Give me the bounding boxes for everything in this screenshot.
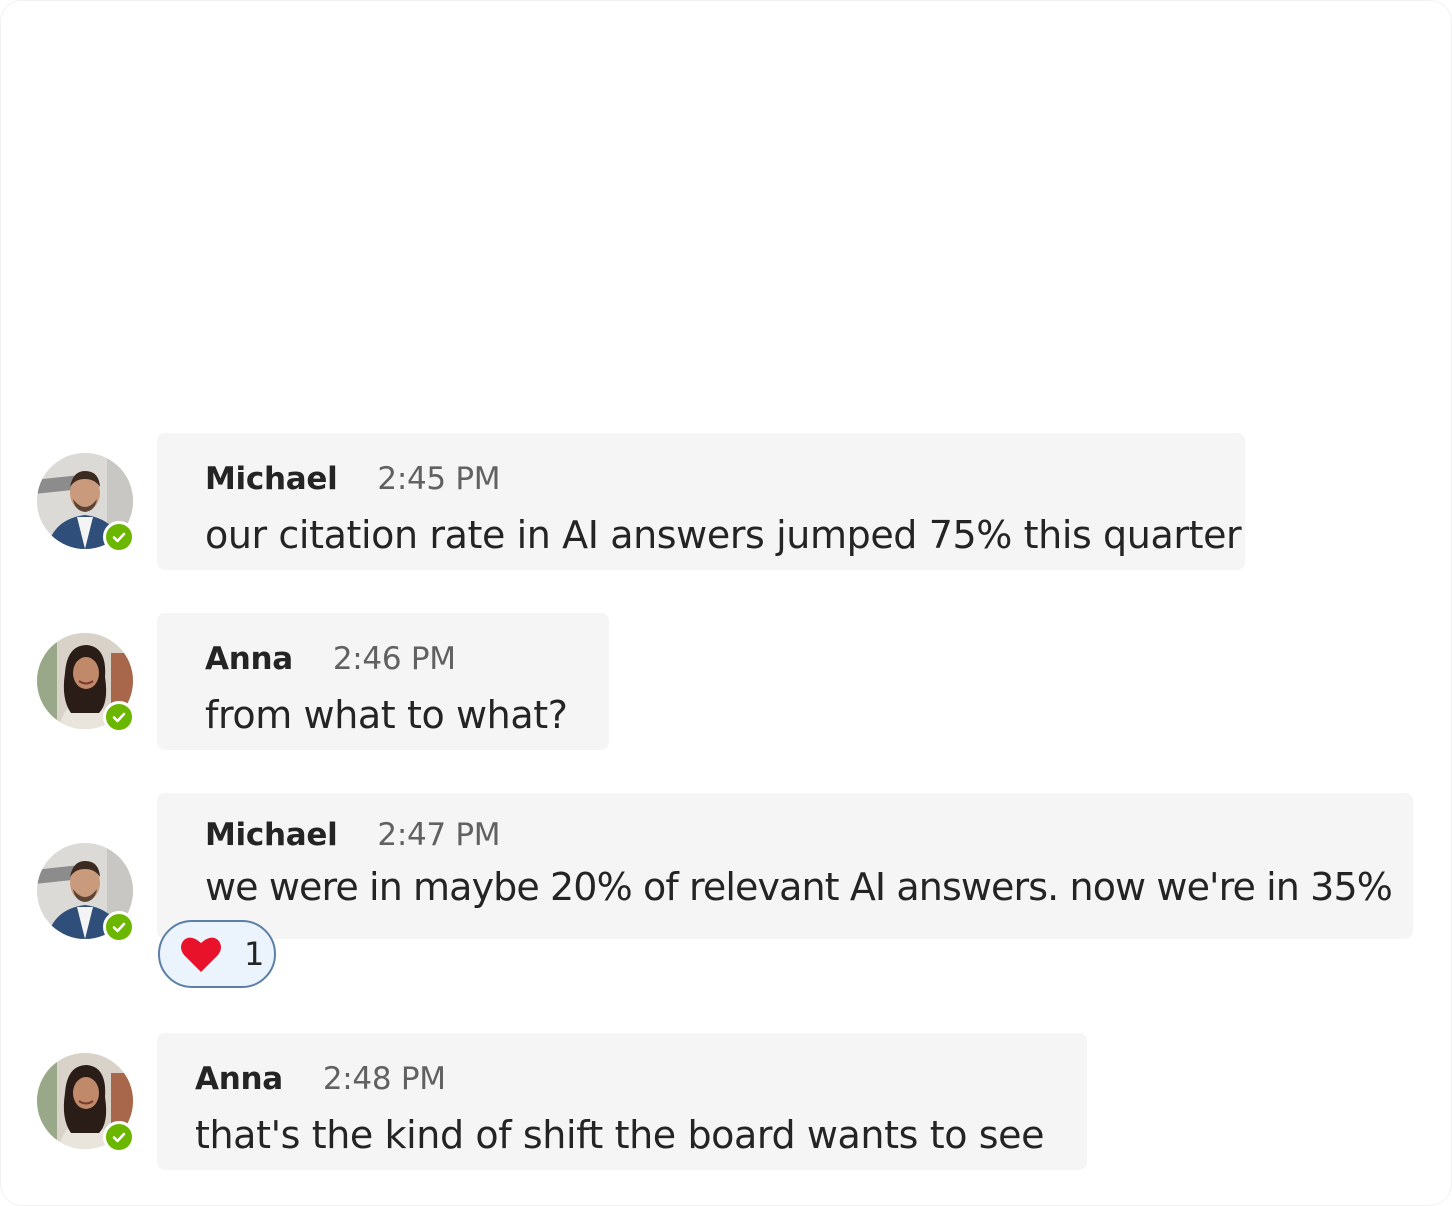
presence-available-icon [103,911,135,943]
reaction-count: 1 [244,935,265,973]
author-name[interactable]: Michael [205,817,338,853]
heart-reaction-button[interactable]: 1 [158,920,276,988]
message-text: from what to what? [205,693,568,737]
message-header: Michael 2:45 PM [205,461,501,501]
message-bubble[interactable]: Michael 2:47 PM we were in maybe 20% of … [157,793,1413,939]
presence-available-icon [103,521,135,553]
message-header: Anna 2:48 PM [195,1061,446,1101]
chat-window: Michael 2:45 PM our citation rate in AI … [0,0,1452,1206]
message-timestamp: 2:47 PM [377,817,501,853]
message-timestamp: 2:45 PM [377,461,501,497]
heart-icon [181,937,221,972]
message-header: Anna 2:46 PM [205,641,456,681]
author-name[interactable]: Michael [205,461,338,497]
message-text: our citation rate in AI answers jumped 7… [205,513,1242,557]
message-header: Michael 2:47 PM [205,817,501,857]
message-bubble[interactable]: Anna 2:48 PM that's the kind of shift th… [157,1033,1087,1170]
message-bubble[interactable]: Michael 2:45 PM our citation rate in AI … [157,433,1245,570]
message-bubble[interactable]: Anna 2:46 PM from what to what? [157,613,609,750]
author-name[interactable]: Anna [205,641,293,677]
presence-available-icon [103,701,135,733]
message-text: we were in maybe 20% of relevant AI answ… [205,865,1393,909]
presence-available-icon [103,1121,135,1153]
author-name[interactable]: Anna [195,1061,283,1097]
message-timestamp: 2:48 PM [322,1061,446,1097]
message-text: that's the kind of shift the board wants… [195,1113,1045,1157]
message-timestamp: 2:46 PM [332,641,456,677]
